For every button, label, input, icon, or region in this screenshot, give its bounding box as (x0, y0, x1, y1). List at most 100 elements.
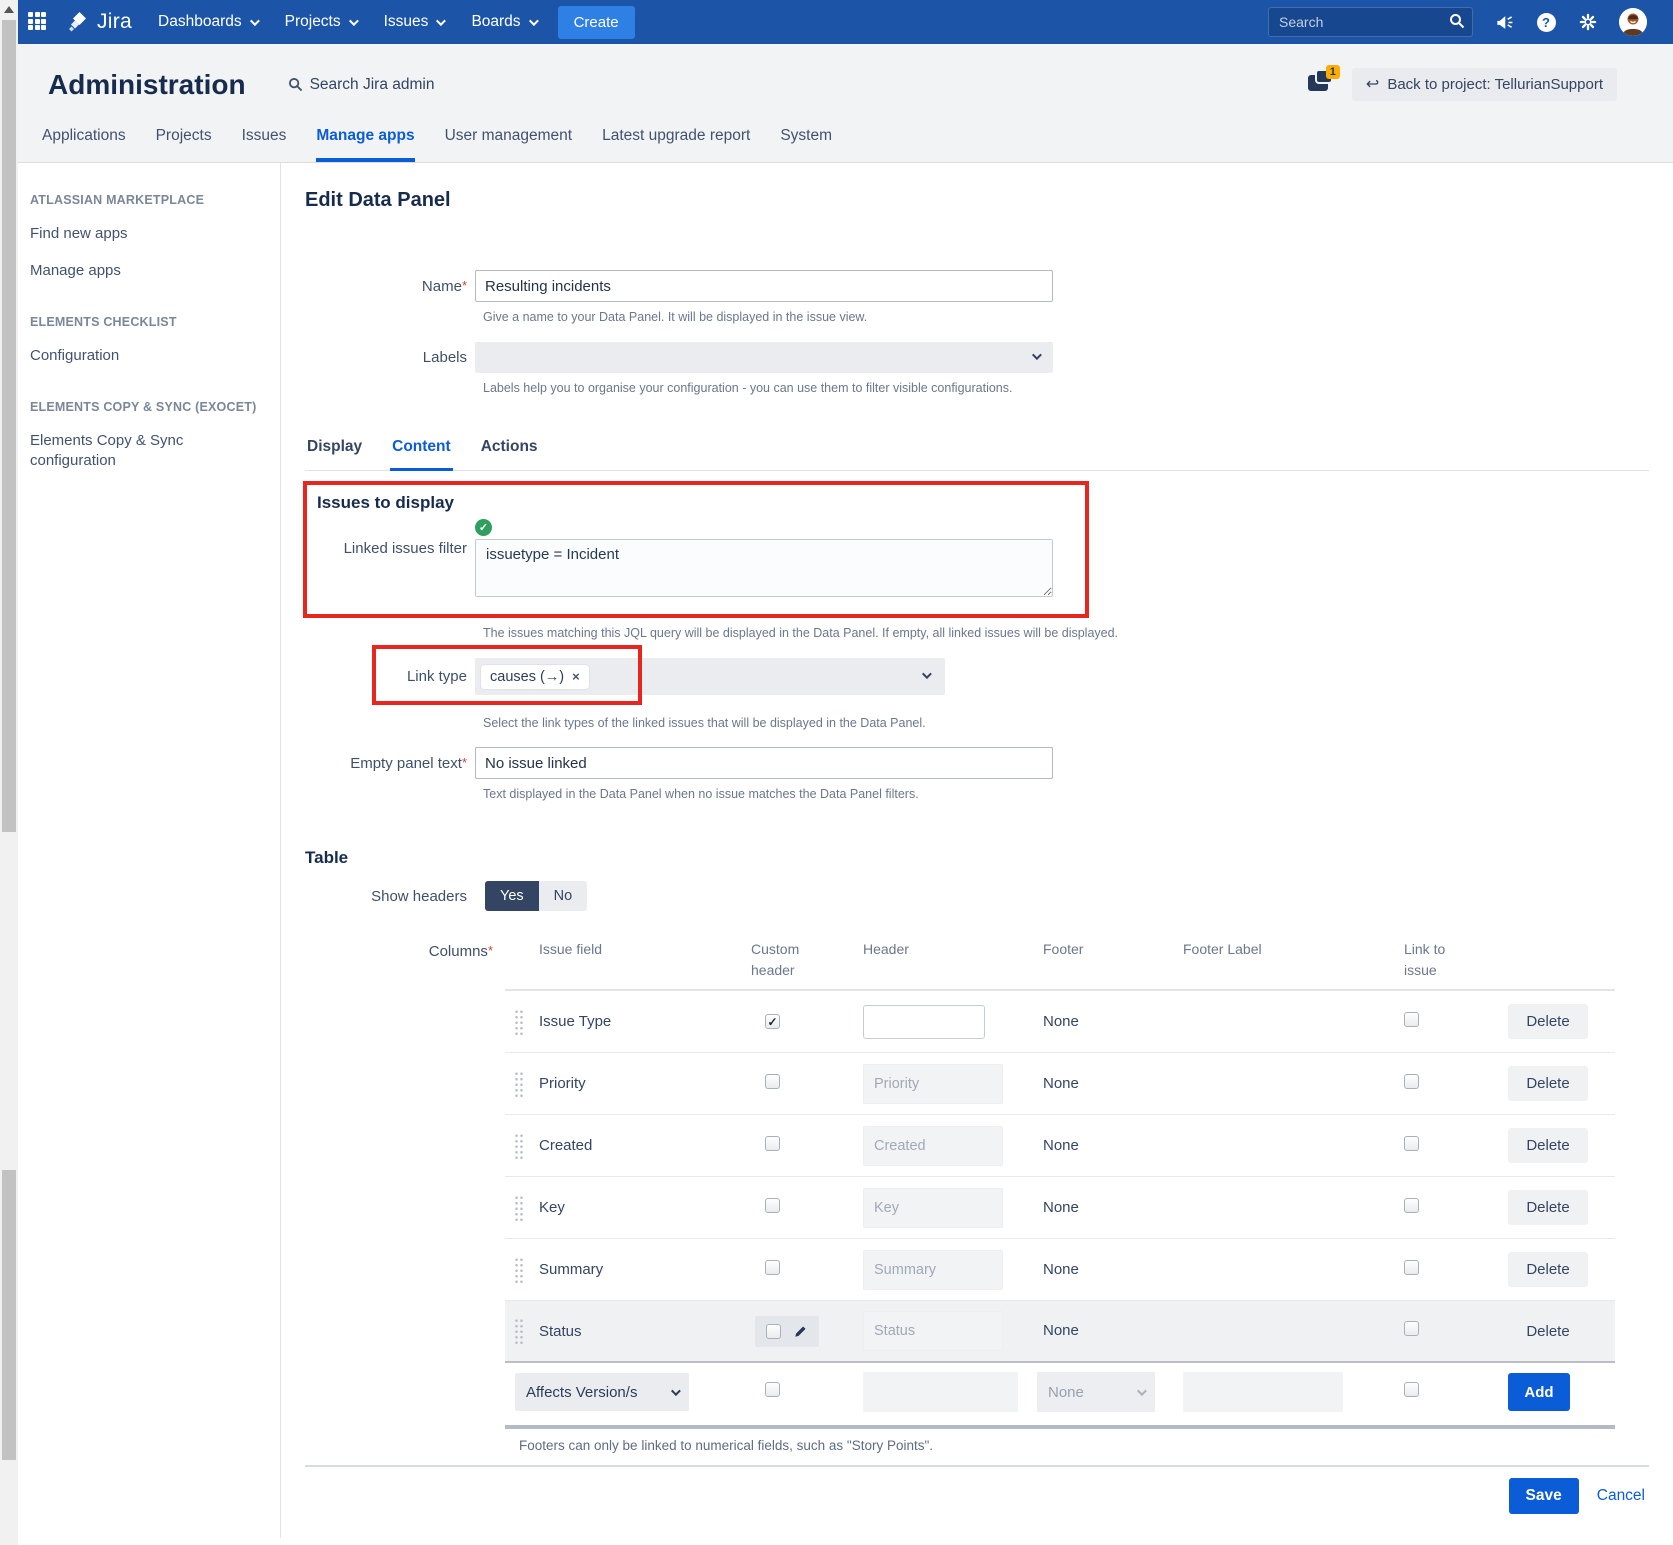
scrollbar-thumb-secondary[interactable] (2, 1170, 16, 1460)
chevron-down-icon (1137, 1386, 1147, 1396)
new-column-footer-label-input[interactable] (1183, 1372, 1343, 1412)
edit-pencil-icon[interactable] (793, 1324, 808, 1339)
footer-value: None (1043, 1199, 1079, 1216)
tab-applications[interactable]: Applications (42, 119, 126, 162)
delete-button[interactable]: Delete (1508, 1128, 1588, 1163)
back-to-project-button[interactable]: ↩ Back to project: TellurianSupport (1352, 68, 1617, 101)
sidebar-item-find-new-apps[interactable]: Find new apps (30, 224, 262, 244)
link-type-tag: causes (→) × (481, 665, 589, 689)
back-arrow-icon: ↩ (1366, 77, 1379, 93)
settings-gear-icon[interactable] (1577, 11, 1599, 33)
labels-select[interactable] (475, 342, 1053, 373)
tab-display[interactable]: Display (305, 432, 364, 471)
chevron-down-icon (1032, 350, 1042, 360)
remove-tag-icon[interactable]: × (572, 669, 580, 684)
custom-header-checkbox[interactable] (766, 1324, 781, 1339)
header-input[interactable] (863, 1064, 1003, 1104)
create-button[interactable]: Create (558, 6, 635, 39)
user-avatar[interactable] (1619, 8, 1647, 36)
link-to-issue-checkbox[interactable] (1404, 1136, 1419, 1151)
link-to-issue-checkbox[interactable] (1404, 1074, 1419, 1089)
tab-projects[interactable]: Projects (156, 119, 212, 162)
empty-panel-text-input[interactable] (475, 747, 1053, 779)
page-title: Administration (48, 69, 246, 101)
chevron-down-icon (250, 16, 260, 26)
nav-issues[interactable]: Issues (384, 13, 444, 31)
custom-header-cell-box (765, 1014, 780, 1029)
col-header-custom-header: Custom header (751, 939, 863, 981)
custom-header-checkbox[interactable] (765, 1014, 780, 1029)
link-type-select[interactable]: causes (→) × (475, 658, 945, 695)
app-switcher-icon[interactable] (28, 12, 48, 32)
notifications-icon[interactable]: 1 (1308, 71, 1338, 99)
drag-handle-icon[interactable] (514, 1133, 525, 1159)
help-icon[interactable]: ? (1535, 11, 1557, 33)
new-column-footer-select[interactable]: None (1037, 1372, 1155, 1412)
column-row: Summary None Delete (505, 1239, 1615, 1301)
link-to-issue-checkbox[interactable] (1404, 1260, 1419, 1275)
header-input[interactable] (863, 1126, 1003, 1166)
delete-button[interactable]: Delete (1508, 1252, 1588, 1287)
header-input[interactable] (863, 1188, 1003, 1228)
name-input[interactable] (475, 270, 1053, 302)
tab-system[interactable]: System (780, 119, 832, 162)
header-input[interactable] (863, 1311, 1003, 1351)
header-input[interactable] (863, 1250, 1003, 1290)
new-column-header-input[interactable] (863, 1372, 1018, 1412)
delete-button[interactable]: Delete (1508, 1190, 1588, 1225)
issue-field-label: Summary (539, 1261, 751, 1278)
announcement-icon[interactable] (1493, 11, 1515, 33)
footer-value: None (1043, 1075, 1079, 1092)
admin-search[interactable]: Search Jira admin (288, 76, 435, 94)
new-column-custom-header-checkbox[interactable] (765, 1382, 780, 1397)
labels-label: Labels (305, 349, 475, 366)
new-column-field-select[interactable]: Affects Version/s (515, 1373, 689, 1411)
sidebar-item-configuration[interactable]: Configuration (30, 346, 262, 366)
save-button[interactable]: Save (1509, 1478, 1579, 1514)
show-headers-yes[interactable]: Yes (485, 881, 539, 911)
tab-actions[interactable]: Actions (479, 432, 540, 471)
link-to-issue-checkbox[interactable] (1404, 1198, 1419, 1213)
nav-projects[interactable]: Projects (285, 13, 356, 31)
col-header-footer: Footer (1035, 939, 1175, 960)
tab-manage-apps[interactable]: Manage apps (316, 119, 414, 162)
jira-logo[interactable]: Jira (66, 10, 132, 34)
tab-content[interactable]: Content (390, 432, 453, 471)
link-to-issue-checkbox[interactable] (1404, 1321, 1419, 1336)
left-scrollbar[interactable] (0, 0, 18, 1545)
drag-handle-icon[interactable] (514, 1071, 525, 1097)
delete-button[interactable]: Delete (1508, 1004, 1588, 1039)
custom-header-checkbox[interactable] (765, 1136, 780, 1151)
cancel-link[interactable]: Cancel (1597, 1487, 1645, 1505)
linked-issues-filter-textarea[interactable]: issuetype = Incident (475, 539, 1053, 597)
tab-issues[interactable]: Issues (242, 119, 287, 162)
sidebar-item-manage-apps[interactable]: Manage apps (30, 261, 262, 281)
scroll-up-arrow-icon[interactable] (4, 6, 14, 13)
drag-handle-icon[interactable] (514, 1009, 525, 1035)
custom-header-checkbox[interactable] (765, 1198, 780, 1213)
delete-button[interactable]: Delete (1508, 1066, 1588, 1101)
scrollbar-thumb[interactable] (2, 20, 16, 832)
new-column-link-to-issue-checkbox[interactable] (1404, 1382, 1419, 1397)
search-input[interactable] (1268, 7, 1473, 37)
add-column-button[interactable]: Add (1508, 1373, 1570, 1411)
custom-header-checkbox[interactable] (765, 1074, 780, 1089)
admin-sidebar: ATLASSIAN MARKETPLACE Find new apps Mana… (18, 163, 281, 1538)
nav-boards[interactable]: Boards (471, 13, 535, 31)
jira-mark-icon (66, 10, 90, 34)
link-to-issue-checkbox[interactable] (1404, 1012, 1419, 1027)
header-input[interactable] (863, 1005, 985, 1039)
drag-handle-icon[interactable] (514, 1257, 525, 1283)
sidebar-item-copy-sync-configuration[interactable]: Elements Copy & Sync configuration (30, 431, 230, 471)
tab-user-management[interactable]: User management (445, 119, 573, 162)
delete-button[interactable]: Delete (1508, 1314, 1588, 1349)
link-type-help: Select the link types of the linked issu… (483, 715, 1649, 731)
show-headers-no[interactable]: No (539, 881, 588, 911)
drag-handle-icon[interactable] (514, 1195, 525, 1221)
drag-handle-icon[interactable] (514, 1318, 525, 1344)
search-icon[interactable] (1449, 13, 1465, 29)
add-column-row: Affects Version/s None Add (505, 1363, 1615, 1425)
tab-latest-upgrade-report[interactable]: Latest upgrade report (602, 119, 750, 162)
nav-dashboards[interactable]: Dashboards (158, 13, 257, 31)
custom-header-checkbox[interactable] (765, 1260, 780, 1275)
